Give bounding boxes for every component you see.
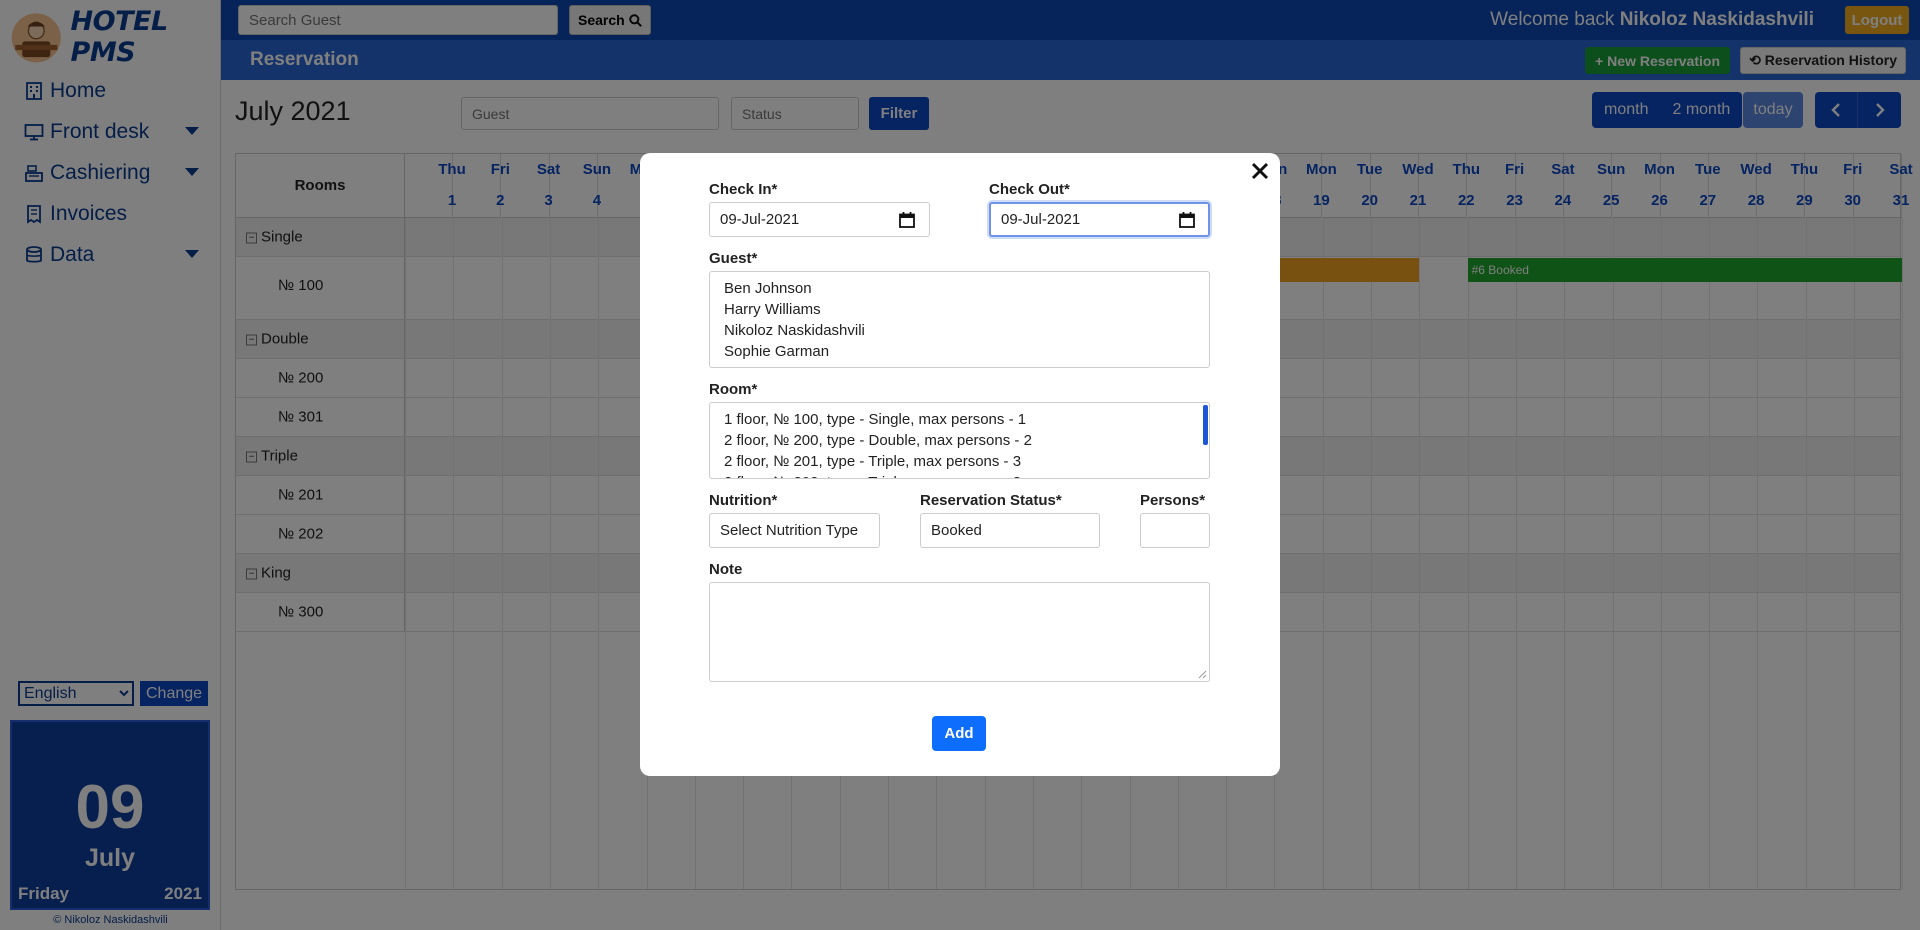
note-label: Note <box>709 561 743 578</box>
room-listbox-scrollbar[interactable] <box>1203 405 1208 445</box>
calendar-icon[interactable] <box>899 212 915 228</box>
guest-option[interactable]: Sophie Garman <box>710 341 1209 362</box>
room-option[interactable]: 2 floor, № 202, type - Triple, max perso… <box>710 472 1209 478</box>
persons-label: Persons* <box>1140 492 1206 509</box>
check-out-value: 09-Jul-2021 <box>1001 211 1081 228</box>
room-label: Room* <box>709 381 758 398</box>
guest-option[interactable]: Ben Johnson <box>710 278 1209 299</box>
nutrition-select-value: Select Nutrition Type <box>720 522 859 539</box>
add-reservation-button[interactable]: Add <box>932 716 986 751</box>
nutrition-select[interactable]: Select Nutrition Type <box>709 513 880 548</box>
check-out-label: Check Out* <box>989 181 1070 198</box>
reservation-status-value: Booked <box>931 522 982 539</box>
room-option[interactable]: 2 floor, № 200, type - Double, max perso… <box>710 430 1209 451</box>
check-in-input[interactable]: 09-Jul-2021 <box>709 202 930 237</box>
resize-grip-icon[interactable] <box>1198 670 1207 679</box>
nutrition-label: Nutrition* <box>709 492 778 509</box>
room-option[interactable]: 2 floor, № 201, type - Triple, max perso… <box>710 451 1209 472</box>
guest-option[interactable]: Nikoloz Naskidashvili <box>710 320 1209 341</box>
check-in-label: Check In* <box>709 181 778 198</box>
guest-listbox[interactable]: Ben Johnson Harry Williams Nikoloz Naskida… <box>709 271 1210 368</box>
guest-label: Guest* <box>709 250 758 267</box>
new-reservation-modal: Check In* 09-Jul-2021 Check Out* 09-Jul-… <box>640 153 1280 776</box>
room-option[interactable]: 1 floor, № 100, type - Single, max perso… <box>710 409 1209 430</box>
note-textarea[interactable] <box>709 582 1210 682</box>
room-listbox[interactable]: 1 floor, № 100, type - Single, max perso… <box>709 402 1210 479</box>
reservation-status-label: Reservation Status* <box>920 492 1062 509</box>
persons-input[interactable] <box>1140 513 1210 548</box>
reservation-status-select[interactable]: Booked <box>920 513 1100 548</box>
check-out-input[interactable]: 09-Jul-2021 <box>989 202 1210 237</box>
calendar-icon[interactable] <box>1179 212 1195 228</box>
guest-option[interactable]: Harry Williams <box>710 299 1209 320</box>
close-icon <box>1251 162 1269 180</box>
check-in-value: 09-Jul-2021 <box>720 211 800 228</box>
close-modal-button[interactable] <box>1246 157 1274 185</box>
